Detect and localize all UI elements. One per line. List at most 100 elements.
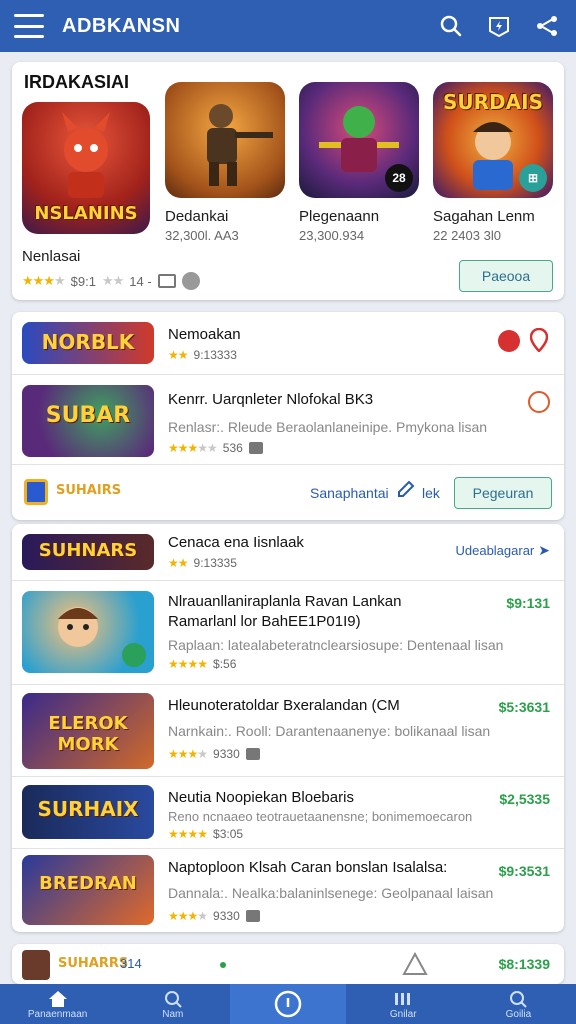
rating-stars-icon: ★★ (168, 348, 188, 362)
rating-value: 9330 (213, 909, 240, 923)
item-title: Naptoploon Klsah Caran bonslan Isalalsa: (168, 859, 448, 876)
nav-label: Panaenmaan (27, 1008, 88, 1020)
mail-icon[interactable] (157, 274, 176, 288)
game-logo: NSLANINS (34, 203, 138, 224)
game-logo: SURHAIX (37, 797, 139, 821)
item-title: Hleunoteratoldar Bxeralandan (CM (168, 697, 400, 714)
featured-action-button[interactable]: Paeooa (459, 260, 553, 292)
game-tile[interactable]: NSLANINS (22, 102, 150, 234)
item-title: Nlrauanllaniraplanla Ravan Lankan (168, 593, 402, 610)
list-item[interactable]: SURHAIX Neutia Noopiekan Bloebaris Reno … (12, 776, 564, 848)
game-meta: 23,300.934 (299, 228, 365, 243)
screenshot-icon (248, 442, 263, 454)
bolt-badge-icon[interactable] (484, 11, 514, 41)
share-icon[interactable] (532, 11, 562, 41)
footer-link[interactable]: Sanaphantai (310, 485, 389, 501)
nav-center[interactable] (230, 984, 346, 1024)
item-title: Nemoakan (168, 326, 241, 343)
dot-icon (220, 962, 226, 968)
game-thumb: SURHAIX (22, 785, 154, 839)
list-item[interactable]: ELEROK MORK Hleunoteratoldar Bxeralandan… (12, 684, 564, 776)
item-price: $9:3531 (498, 863, 550, 879)
nav-label: Nam (162, 1008, 184, 1020)
list-item[interactable]: SUHNARS Cenaca ena Iisnlaak ★★ 9:13335 U… (12, 524, 564, 580)
edit-icon[interactable] (396, 479, 416, 504)
rating-stars-icon: ★★★★ (168, 747, 208, 761)
app-title: ADBKANSN (62, 14, 181, 37)
nav-label: Goilia (505, 1008, 532, 1020)
featured-heading: IRDAKASIAI (24, 72, 130, 92)
game-name: Sagahan Lenm (433, 208, 535, 225)
game-thumb (22, 591, 154, 673)
nav-search[interactable]: Nam (115, 984, 230, 1024)
game-name: Nenlasai (22, 248, 81, 265)
item-title: Kenrr. Uarqnleter Nlofokal BK3 (168, 391, 374, 408)
game-thumb: ELEROK MORK (22, 693, 154, 769)
no-entry-icon[interactable] (528, 391, 550, 413)
search-icon (164, 989, 182, 1009)
game-tile[interactable]: 28 (299, 82, 419, 198)
circle-power-icon (274, 990, 302, 1018)
game-tile[interactable]: SURDAIS ⊞ (433, 82, 553, 198)
section-count: 314 (120, 956, 142, 971)
screenshot-icon (245, 910, 260, 922)
list-section: SUHARRS 314 $8:1339 (12, 944, 564, 984)
list-section: SUHNARS Cenaca ena Iisnlaak ★★ 9:13335 U… (12, 524, 564, 932)
game-logo: SURDAIS (443, 90, 543, 114)
list-item[interactable]: SUBAR Kenrr. Uarqnleter Nlofokal BK3 Ren… (12, 374, 564, 464)
app-bar: ADBKANSN (0, 0, 576, 52)
item-rating: ★★★★ $:56 (168, 657, 236, 671)
game-rating: ★★★★ $9:1 ★★ 14 - (22, 272, 200, 290)
featured-card: IRDAKASIAI NSLANINS Nenlasai ★★★★ $9:1 ★… (12, 62, 564, 300)
item-price: $5:3631 (498, 699, 550, 715)
game-name: Plegenaann (299, 208, 380, 225)
list-item[interactable]: BREDRAN Naptoploon Klsah Caran bonslan I… (12, 848, 564, 932)
list-item[interactable]: Nlrauanllaniraplanla Ravan Lankan Ramarl… (12, 580, 564, 684)
rating-stars-icon: ★★★★ (168, 657, 208, 671)
list-item[interactable]: NORBLK Nemoakan ★★ 9:13333 (12, 312, 564, 374)
item-rating: ★★ 9:13333 (168, 348, 237, 362)
item-title: Neutia Noopiekan Bloebaris (168, 789, 354, 806)
location-pin-icon[interactable] (529, 327, 549, 353)
menu-icon[interactable] (14, 14, 44, 38)
rating-stars-icon: ★★★★ (168, 827, 208, 841)
footer-logo: SUHAIRS (56, 483, 122, 498)
footer-extra: lek (422, 485, 440, 501)
game-meta: 22 2403 3l0 (433, 228, 501, 243)
alert-icon[interactable] (498, 330, 520, 352)
item-description: Narnkain:. Rooll: Darantenaanenye: bolik… (168, 723, 491, 739)
send-icon: ➤ (538, 542, 550, 558)
item-link[interactable]: Udeablagarar ➤ (455, 542, 550, 559)
game-name: Dedankai (165, 208, 229, 225)
game-thumb: NORBLK (22, 322, 154, 364)
warning-icon[interactable] (402, 951, 428, 981)
game-thumb: SUBAR (22, 385, 154, 457)
footer-button[interactable]: Pegeuran (454, 477, 552, 509)
nav-profile[interactable]: Goilia (461, 984, 576, 1024)
rating-value: $3:05 (213, 827, 244, 841)
rating-value: $:56 (213, 657, 237, 671)
nav-home[interactable]: Panaenmaan (0, 984, 115, 1024)
game-meta: 32,300l. AA3 (165, 228, 239, 243)
search-circle-icon (509, 989, 528, 1009)
item-description: Renlasr:. Rleude Beraolanlaneinipe. Pmyk… (168, 419, 488, 435)
avatar (22, 950, 50, 980)
item-title-line2: Ramarlanl lor BahEE1P01I9) (168, 613, 361, 630)
grid-icon (393, 989, 413, 1009)
rating-value: 9:13333 (193, 348, 237, 362)
nav-label: Gnilar (389, 1008, 417, 1020)
gamepad-icon[interactable] (181, 272, 200, 290)
item-rating: ★★★★★ 536 (168, 441, 263, 455)
rating-value: 9:13335 (193, 556, 237, 570)
list-section: NORBLK Nemoakan ★★ 9:13333 SUBAR Kenrr. … (12, 312, 564, 520)
game-tile[interactable] (165, 82, 285, 198)
rating-value: 9330 (213, 747, 240, 761)
nav-games[interactable]: Gnilar (346, 984, 461, 1024)
cube-icon (24, 479, 48, 505)
home-icon (48, 989, 68, 1009)
item-rating: ★★★★ $3:05 (168, 827, 243, 841)
item-price: $2,5335 (499, 791, 550, 807)
search-icon[interactable] (436, 11, 466, 41)
rating-value: $9:1 (70, 273, 96, 289)
screenshot-icon (245, 748, 260, 760)
